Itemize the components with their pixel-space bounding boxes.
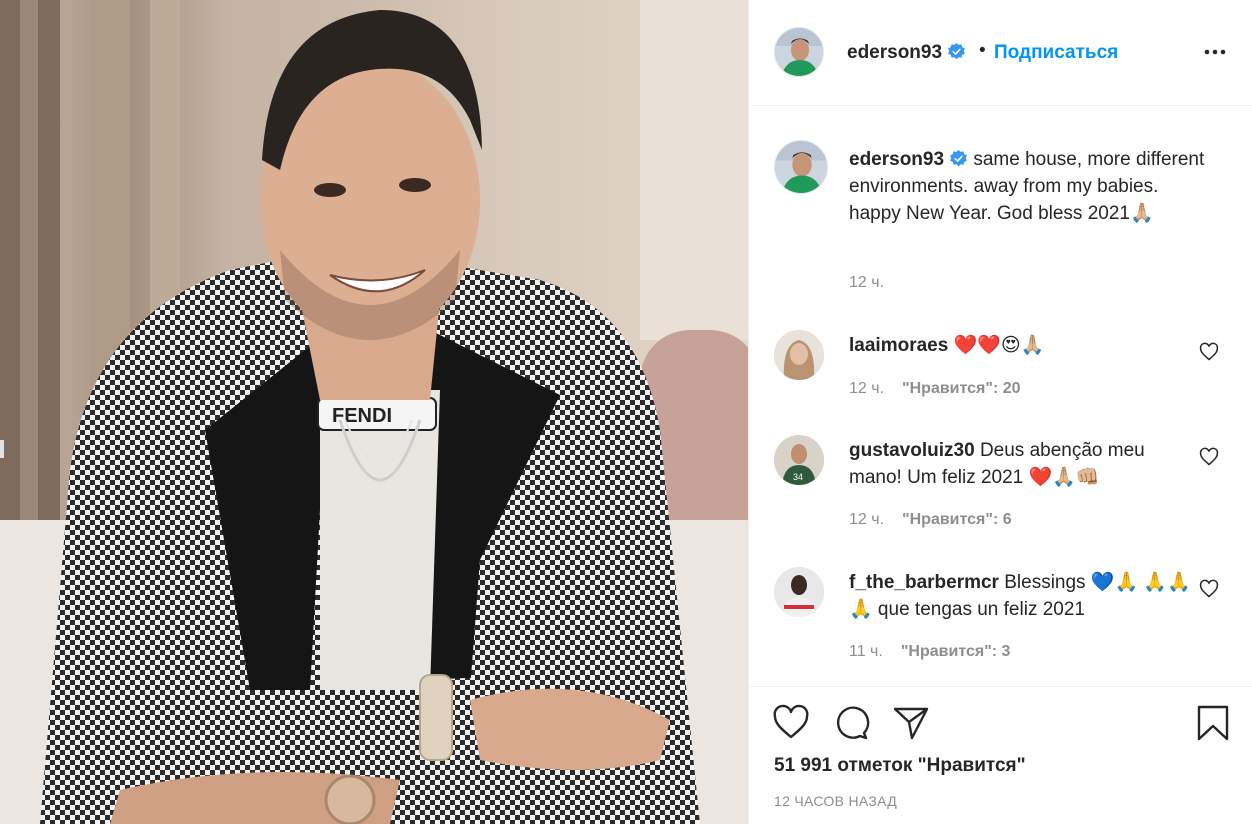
- photo-illustration: FENDI: [0, 0, 748, 824]
- comment-likes[interactable]: "Нравится": 3: [901, 643, 1011, 660]
- bookmark-icon[interactable]: [1193, 703, 1233, 743]
- caption-avatar-image: [775, 141, 827, 193]
- comment-avatar-image: 34: [774, 435, 824, 485]
- author-username-text[interactable]: ederson93: [847, 42, 942, 63]
- comment-timestamp[interactable]: 11 ч.: [849, 643, 883, 660]
- likes-count[interactable]: 51 991 отметок "Нравится": [774, 755, 1026, 777]
- caption-timestamp[interactable]: 12 ч.: [849, 274, 884, 292]
- verified-badge-icon: [950, 149, 967, 167]
- caption-author-avatar[interactable]: [774, 140, 828, 194]
- comment-timestamp[interactable]: 12 ч.: [849, 380, 884, 397]
- post-photo[interactable]: FENDI: [0, 0, 748, 824]
- comment-avatar[interactable]: 34: [774, 435, 824, 485]
- comment-icon[interactable]: [831, 703, 871, 743]
- more-options-icon[interactable]: [1203, 42, 1227, 62]
- caption-text: ederson93 same house, more different env…: [849, 146, 1229, 227]
- verified-badge-icon: [948, 42, 965, 60]
- comment-text: laaimoraes ❤️❤️😍🙏🏼: [849, 332, 1199, 359]
- author-username[interactable]: ederson93: [847, 42, 966, 64]
- comment-like-heart-icon[interactable]: [1199, 579, 1219, 599]
- comment-meta: 12 ч. "Нравится": 20: [849, 380, 1021, 398]
- follow-button[interactable]: Подписаться: [994, 42, 1118, 64]
- comment-item: laaimoraes ❤️❤️😍🙏🏼 12 ч. "Нравится": 20: [749, 330, 1252, 430]
- comment-username[interactable]: gustavoluiz30: [849, 440, 975, 461]
- comment-body: ❤️❤️😍🙏🏼: [953, 335, 1045, 356]
- comment-username[interactable]: f_the_barbermcr: [849, 572, 999, 593]
- heart-icon[interactable]: [771, 703, 811, 743]
- paper-plane-icon[interactable]: [891, 703, 931, 743]
- comment-item: f_the_barbermcr Blessings 💙🙏 🙏🙏🙏 que ten…: [749, 567, 1252, 667]
- comment-meta: 12 ч. "Нравится": 6: [849, 511, 1012, 529]
- caption-body-line2: happy New Year. God bless 2021🙏🏼: [849, 203, 1154, 224]
- caption-author-username[interactable]: ederson93: [849, 149, 944, 170]
- post-timestamp[interactable]: 12 ЧАСОВ НАЗАД: [774, 793, 897, 809]
- carousel-edge-indicator: [0, 440, 4, 458]
- author-avatar-image: [775, 28, 823, 76]
- comment-timestamp[interactable]: 12 ч.: [849, 511, 884, 528]
- post-side-panel: ederson93 • Подписаться ederson93 same h…: [748, 0, 1252, 824]
- comment-item: 34 gustavoluiz30 Deus abenção meu mano! …: [749, 435, 1252, 535]
- comment-like-heart-icon[interactable]: [1199, 447, 1219, 467]
- comment-like-heart-icon[interactable]: [1199, 342, 1219, 362]
- author-avatar[interactable]: [774, 27, 824, 77]
- comment-likes[interactable]: "Нравится": 20: [902, 380, 1021, 397]
- comment-text: f_the_barbermcr Blessings 💙🙏 🙏🙏🙏 que ten…: [849, 569, 1199, 623]
- svg-text:34: 34: [793, 472, 803, 482]
- comment-username[interactable]: laaimoraes: [849, 335, 948, 356]
- comment-avatar-image: [774, 567, 824, 617]
- comment-avatar[interactable]: [774, 567, 824, 617]
- comment-avatar[interactable]: [774, 330, 824, 380]
- comment-avatar-image: [774, 330, 824, 380]
- comment-text: gustavoluiz30 Deus abenção meu mano! Um …: [849, 437, 1199, 491]
- header-separator: •: [979, 40, 986, 61]
- comment-meta: 11 ч. "Нравится": 3: [849, 643, 1010, 661]
- post-actions: 51 991 отметок "Нравится" 12 ЧАСОВ НАЗАД: [749, 686, 1252, 824]
- comment-likes[interactable]: "Нравится": 6: [902, 511, 1012, 528]
- post-header: ederson93 • Подписаться: [749, 0, 1252, 106]
